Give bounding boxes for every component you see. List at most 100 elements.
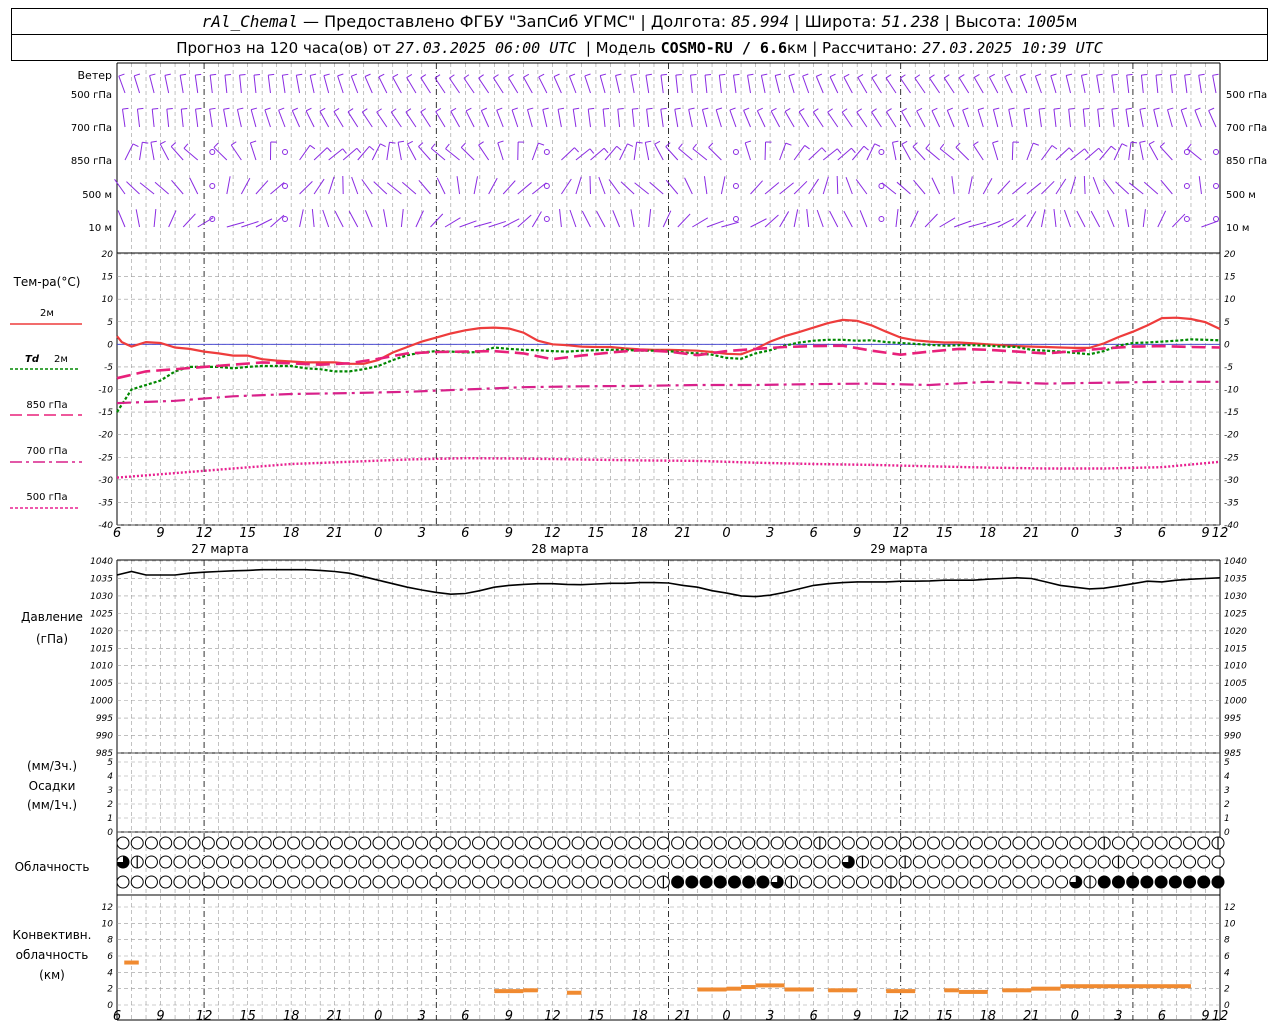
wind-level-10m: 10 м xyxy=(89,223,112,234)
calm-circle xyxy=(732,216,739,222)
barb-staff xyxy=(538,76,548,94)
barb-staff xyxy=(1106,210,1115,228)
wind-barb xyxy=(1111,107,1118,128)
barb-staff xyxy=(955,146,970,161)
cloud-cover-symbol xyxy=(159,836,173,850)
wind-barb xyxy=(988,73,999,94)
cloud-cover-symbol xyxy=(173,855,187,869)
wind-barb xyxy=(587,107,595,128)
cloud-circle xyxy=(486,836,500,850)
pressure-y-tick: 1035 xyxy=(90,574,113,584)
cloud-cover-symbol xyxy=(671,875,685,889)
cloud-cover-symbol xyxy=(699,836,713,850)
cloud-circle xyxy=(1026,875,1040,889)
barb-staff xyxy=(958,77,970,94)
wind-barb xyxy=(473,176,479,195)
cloud-circle xyxy=(998,855,1012,869)
barb-staff xyxy=(1026,142,1034,161)
barb-staff xyxy=(465,110,475,128)
wind-barb xyxy=(836,175,839,195)
wind-barb xyxy=(460,142,475,161)
cloud-cover-symbol xyxy=(187,836,201,850)
cloud-circle xyxy=(543,875,557,889)
barb-flag xyxy=(841,108,848,113)
cloud-circle xyxy=(201,836,215,850)
barb-staff xyxy=(386,142,390,161)
barb-staff xyxy=(660,109,664,128)
barb-staff xyxy=(557,109,562,128)
cloud-circle xyxy=(955,875,969,889)
barb-staff xyxy=(480,110,490,128)
barb-staff xyxy=(392,76,402,94)
barb-flag xyxy=(1068,107,1075,110)
cloud-cover-symbol xyxy=(472,836,486,850)
cloud-cover-symbol xyxy=(258,875,272,889)
pressure-y-tick-right: 1000 xyxy=(1224,697,1247,707)
cloud-cover-symbol xyxy=(500,836,514,850)
cloud-cover-symbol xyxy=(1154,836,1168,850)
cloud-cover-symbol xyxy=(827,836,841,850)
cloud-circle xyxy=(628,836,642,850)
wind-barb xyxy=(612,210,621,228)
barb-flag xyxy=(836,148,842,154)
cloud-cover-symbol xyxy=(1140,855,1154,869)
cloud-circle xyxy=(628,875,642,889)
barb-staff xyxy=(313,147,328,161)
barb-flag xyxy=(389,141,396,144)
cloud-circle xyxy=(656,855,670,869)
barb-staff xyxy=(523,77,533,94)
barb-staff xyxy=(914,77,926,94)
cloud-circle xyxy=(1040,836,1054,850)
barb-staff xyxy=(973,77,984,94)
cloud-cover-symbol xyxy=(671,836,685,850)
barb-flag xyxy=(1212,73,1219,76)
wind-barb xyxy=(690,73,697,94)
cloud-circle xyxy=(685,836,699,850)
cloud-cover-symbol xyxy=(1183,875,1197,889)
cloud-cover-symbol xyxy=(699,855,713,869)
cloud-circle xyxy=(1126,836,1140,850)
barb-staff xyxy=(406,77,417,94)
wind-panel xyxy=(114,73,1219,228)
wind-barb xyxy=(706,220,724,228)
conv-title-2: облачность xyxy=(16,948,89,962)
cloud-circle xyxy=(443,855,457,869)
cloud-circle xyxy=(315,875,329,889)
cloud-cover-symbol xyxy=(585,855,599,869)
temp-y-tick: -40 xyxy=(98,521,113,531)
precip-unit-1h: (мм/1ч.) xyxy=(27,798,77,812)
cloud-circle xyxy=(116,875,130,889)
precip-y-tick: 5 xyxy=(107,758,113,768)
barb-flag xyxy=(210,73,217,76)
cloud-cover-symbol xyxy=(1140,836,1154,850)
wind-barb xyxy=(704,73,712,94)
wind-barb xyxy=(590,147,609,161)
barb-flag xyxy=(1033,142,1039,146)
cloud-cover-symbol xyxy=(1197,875,1211,889)
cloud-cover-symbol xyxy=(1168,855,1182,869)
barb-flag xyxy=(829,73,836,78)
barb-staff xyxy=(841,111,853,128)
barb-staff xyxy=(1160,179,1173,195)
conv-cloud-bar xyxy=(828,988,858,993)
wind-barb xyxy=(149,73,156,94)
wind-barb xyxy=(620,181,635,195)
wind-barb xyxy=(829,73,839,94)
wind-barb xyxy=(756,107,766,128)
cloud-circle xyxy=(144,836,158,850)
date-label-2: 28 марта xyxy=(531,542,588,556)
cloud-cover-symbol xyxy=(1154,855,1168,869)
cloud-cover-symbol xyxy=(855,855,869,869)
barb-flag xyxy=(553,73,560,78)
wind-barb xyxy=(230,141,242,161)
temp-y-tick: -35 xyxy=(98,498,113,508)
conv-y-tick: 10 xyxy=(102,919,114,929)
cloud-circle xyxy=(159,836,173,850)
wind-barb xyxy=(1041,145,1058,161)
wind-label: Ветер xyxy=(78,69,112,82)
barb-flag xyxy=(1130,141,1138,144)
cloud-circle xyxy=(1197,836,1211,850)
barb-flag xyxy=(418,142,424,147)
cloud-cover-symbol xyxy=(770,836,784,850)
conv-y-tick: 2 xyxy=(107,985,113,995)
